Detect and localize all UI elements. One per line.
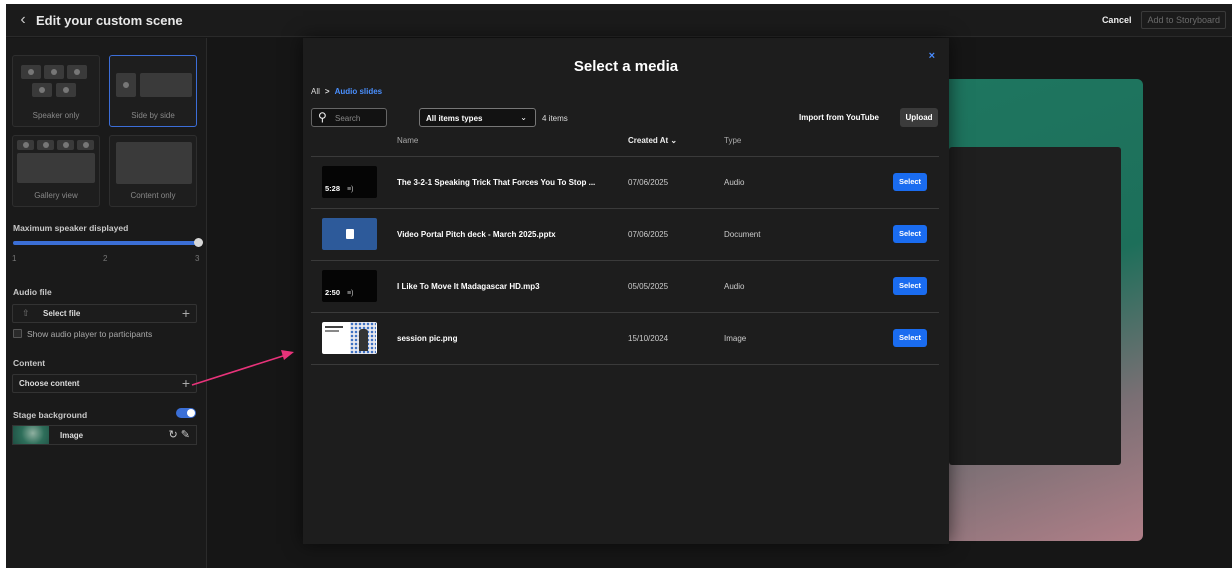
app-window: ‹ Edit your custom scene Cancel Add to S… (6, 4, 1232, 568)
annotation-arrow (191, 350, 294, 386)
